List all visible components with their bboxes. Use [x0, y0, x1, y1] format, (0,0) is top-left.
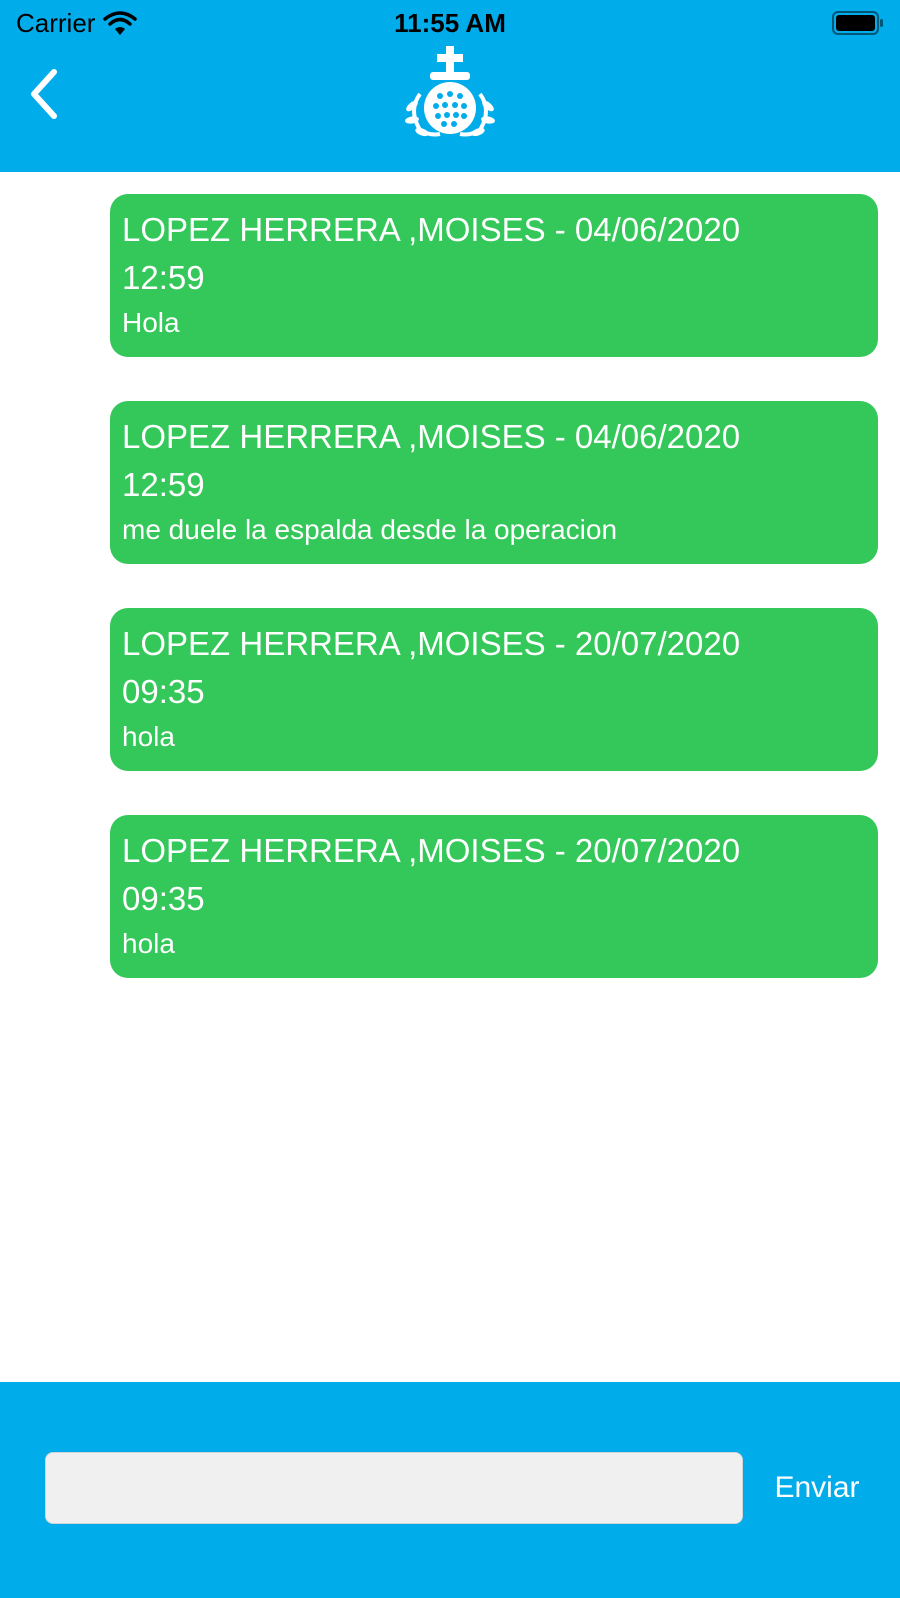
crest-logo-icon: [405, 46, 495, 137]
chevron-left-icon[interactable]: [22, 66, 72, 122]
header-bar: Carrier 11:55 AM: [0, 0, 900, 172]
message-text: hola: [122, 928, 175, 959]
message-sender-date: LOPEZ HERRERA ,MOISES - 04/06/2020 12:59: [122, 211, 741, 296]
message-bubble: LOPEZ HERRERA ,MOISES - 20/07/2020 09:35…: [110, 815, 878, 978]
message-bubble: LOPEZ HERRERA ,MOISES - 20/07/2020 09:35…: [110, 608, 878, 771]
send-button[interactable]: Enviar: [752, 1452, 882, 1524]
message-bubble: LOPEZ HERRERA ,MOISES - 04/06/2020 12:59…: [110, 401, 878, 564]
message-text: Hola: [122, 307, 180, 338]
message-sender-date: LOPEZ HERRERA ,MOISES - 04/06/2020 12:59: [122, 418, 741, 503]
message-text: hola: [122, 721, 175, 752]
message-sender-date: LOPEZ HERRERA ,MOISES - 20/07/2020 09:35: [122, 625, 741, 710]
chat-screen: Carrier 11:55 AM LOPEZ HERRERA ,MOISES -…: [0, 0, 900, 1598]
message-list[interactable]: LOPEZ HERRERA ,MOISES - 04/06/2020 12:59…: [0, 172, 900, 1382]
status-time: 11:55 AM: [394, 8, 506, 38]
battery-icon: [832, 11, 883, 35]
message-text: me duele la espalda desde la operacion: [122, 514, 618, 545]
composer-bar: Enviar: [0, 1382, 900, 1598]
message-bubble: LOPEZ HERRERA ,MOISES - 04/06/2020 12:59…: [110, 194, 878, 357]
message-sender-date: LOPEZ HERRERA ,MOISES - 20/07/2020 09:35: [122, 832, 741, 917]
message-input[interactable]: [45, 1452, 743, 1524]
status-bar: Carrier 11:55 AM: [0, 0, 900, 50]
